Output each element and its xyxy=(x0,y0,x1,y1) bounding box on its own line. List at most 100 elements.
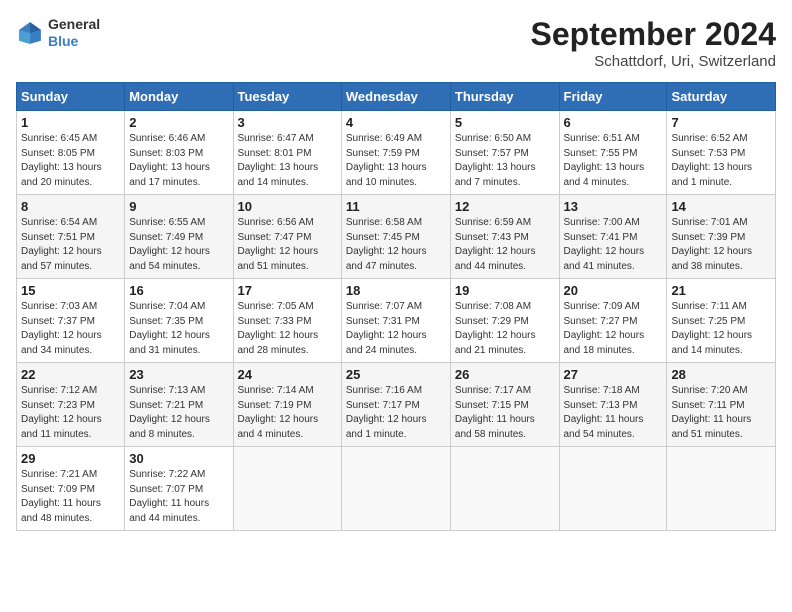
day-number: 11 xyxy=(346,199,446,214)
calendar-cell: 5 Sunrise: 6:50 AM Sunset: 7:57 PM Daylig… xyxy=(450,111,559,195)
day-info: Sunrise: 6:52 AM Sunset: 7:53 PM Dayligh… xyxy=(671,132,771,190)
col-header-saturday: Saturday xyxy=(667,83,776,111)
col-header-thursday: Thursday xyxy=(450,83,559,111)
day-info: Sunrise: 7:07 AM Sunset: 7:31 PM Dayligh… xyxy=(346,300,446,358)
calendar-table: SundayMondayTuesdayWednesdayThursdayFrid… xyxy=(16,82,776,531)
logo-icon xyxy=(16,19,44,47)
day-number: 15 xyxy=(21,283,120,298)
day-info: Sunrise: 7:22 AM Sunset: 7:07 PM Dayligh… xyxy=(129,468,228,526)
title-block: September 2024 Schattdorf, Uri, Switzerl… xyxy=(531,16,776,70)
calendar-cell: 29Sunrise: 7:21 AM Sunset: 7:09 PM Dayli… xyxy=(17,447,125,531)
day-info: Sunrise: 7:01 AM Sunset: 7:39 PM Dayligh… xyxy=(671,216,771,274)
day-info: Sunrise: 6:49 AM Sunset: 7:59 PM Dayligh… xyxy=(346,132,446,190)
calendar-cell: 27 Sunrise: 7:18 AM Sunset: 7:13 PM Dayli… xyxy=(559,363,667,447)
calendar-cell: 17 Sunrise: 7:05 AM Sunset: 7:33 PM Dayli… xyxy=(233,279,341,363)
day-info: Sunrise: 7:00 AM Sunset: 7:41 PM Dayligh… xyxy=(564,216,663,274)
day-number: 28 xyxy=(671,367,771,382)
day-number: 18 xyxy=(346,283,446,298)
calendar-cell xyxy=(559,447,667,531)
calendar-cell: 22Sunrise: 7:12 AM Sunset: 7:23 PM Dayli… xyxy=(17,363,125,447)
day-info: Sunrise: 7:09 AM Sunset: 7:27 PM Dayligh… xyxy=(564,300,663,358)
day-info: Sunrise: 7:12 AM Sunset: 7:23 PM Dayligh… xyxy=(21,384,120,442)
calendar-cell: 9 Sunrise: 6:55 AM Sunset: 7:49 PM Daylig… xyxy=(125,195,233,279)
calendar-cell: 21 Sunrise: 7:11 AM Sunset: 7:25 PM Dayli… xyxy=(667,279,776,363)
day-info: Sunrise: 7:11 AM Sunset: 7:25 PM Dayligh… xyxy=(671,300,771,358)
calendar-cell: 16 Sunrise: 7:04 AM Sunset: 7:35 PM Dayli… xyxy=(125,279,233,363)
day-number: 1 xyxy=(21,115,120,130)
logo-general: General xyxy=(48,16,100,33)
calendar-cell: 26Sunrise: 7:17 AM Sunset: 7:15 PM Dayli… xyxy=(450,363,559,447)
day-number: 8 xyxy=(21,199,120,214)
calendar-cell: 1Sunrise: 6:45 AM Sunset: 8:05 PM Daylig… xyxy=(17,111,125,195)
day-number: 30 xyxy=(129,451,228,466)
day-info: Sunrise: 7:16 AM Sunset: 7:17 PM Dayligh… xyxy=(346,384,446,442)
calendar-cell xyxy=(667,447,776,531)
calendar-week-5: 29Sunrise: 7:21 AM Sunset: 7:09 PM Dayli… xyxy=(17,447,776,531)
day-number: 24 xyxy=(238,367,337,382)
day-info: Sunrise: 6:46 AM Sunset: 8:03 PM Dayligh… xyxy=(129,132,228,190)
day-number: 16 xyxy=(129,283,228,298)
col-header-monday: Monday xyxy=(125,83,233,111)
day-number: 12 xyxy=(455,199,555,214)
calendar-cell: 23 Sunrise: 7:13 AM Sunset: 7:21 PM Dayli… xyxy=(125,363,233,447)
day-info: Sunrise: 7:18 AM Sunset: 7:13 PM Dayligh… xyxy=(564,384,663,442)
calendar-week-3: 15Sunrise: 7:03 AM Sunset: 7:37 PM Dayli… xyxy=(17,279,776,363)
col-header-friday: Friday xyxy=(559,83,667,111)
calendar-cell xyxy=(341,447,450,531)
day-info: Sunrise: 6:51 AM Sunset: 7:55 PM Dayligh… xyxy=(564,132,663,190)
day-number: 10 xyxy=(238,199,337,214)
day-number: 2 xyxy=(129,115,228,130)
calendar-week-4: 22Sunrise: 7:12 AM Sunset: 7:23 PM Dayli… xyxy=(17,363,776,447)
calendar-cell: 10 Sunrise: 6:56 AM Sunset: 7:47 PM Dayli… xyxy=(233,195,341,279)
day-info: Sunrise: 6:59 AM Sunset: 7:43 PM Dayligh… xyxy=(455,216,555,274)
calendar-cell: 28 Sunrise: 7:20 AM Sunset: 7:11 PM Dayli… xyxy=(667,363,776,447)
calendar-cell: 19Sunrise: 7:08 AM Sunset: 7:29 PM Dayli… xyxy=(450,279,559,363)
calendar-cell: 8Sunrise: 6:54 AM Sunset: 7:51 PM Daylig… xyxy=(17,195,125,279)
logo-text: General Blue xyxy=(48,16,100,50)
calendar-cell: 3Sunrise: 6:47 AM Sunset: 8:01 PM Daylig… xyxy=(233,111,341,195)
day-info: Sunrise: 7:13 AM Sunset: 7:21 PM Dayligh… xyxy=(129,384,228,442)
day-info: Sunrise: 7:08 AM Sunset: 7:29 PM Dayligh… xyxy=(455,300,555,358)
day-info: Sunrise: 6:50 AM Sunset: 7:57 PM Dayligh… xyxy=(455,132,555,190)
day-info: Sunrise: 7:05 AM Sunset: 7:33 PM Dayligh… xyxy=(238,300,337,358)
day-number: 6 xyxy=(564,115,663,130)
calendar-cell: 12 Sunrise: 6:59 AM Sunset: 7:43 PM Dayli… xyxy=(450,195,559,279)
calendar-cell: 14 Sunrise: 7:01 AM Sunset: 7:39 PM Dayli… xyxy=(667,195,776,279)
calendar-cell: 7 Sunrise: 6:52 AM Sunset: 7:53 PM Daylig… xyxy=(667,111,776,195)
col-header-wednesday: Wednesday xyxy=(341,83,450,111)
calendar-cell: 30 Sunrise: 7:22 AM Sunset: 7:07 PM Dayli… xyxy=(125,447,233,531)
day-number: 13 xyxy=(564,199,663,214)
day-number: 27 xyxy=(564,367,663,382)
day-info: Sunrise: 7:17 AM Sunset: 7:15 PM Dayligh… xyxy=(455,384,555,442)
day-info: Sunrise: 7:14 AM Sunset: 7:19 PM Dayligh… xyxy=(238,384,337,442)
day-number: 29 xyxy=(21,451,120,466)
day-number: 21 xyxy=(671,283,771,298)
page-header: General Blue September 2024 Schattdorf, … xyxy=(16,16,776,70)
calendar-cell: 24 Sunrise: 7:14 AM Sunset: 7:19 PM Dayli… xyxy=(233,363,341,447)
day-number: 25 xyxy=(346,367,446,382)
calendar-header: SundayMondayTuesdayWednesdayThursdayFrid… xyxy=(17,83,776,111)
day-number: 14 xyxy=(671,199,771,214)
calendar-week-2: 8Sunrise: 6:54 AM Sunset: 7:51 PM Daylig… xyxy=(17,195,776,279)
day-number: 20 xyxy=(564,283,663,298)
logo: General Blue xyxy=(16,16,100,50)
day-number: 9 xyxy=(129,199,228,214)
calendar-cell xyxy=(450,447,559,531)
day-info: Sunrise: 7:04 AM Sunset: 7:35 PM Dayligh… xyxy=(129,300,228,358)
day-info: Sunrise: 6:55 AM Sunset: 7:49 PM Dayligh… xyxy=(129,216,228,274)
calendar-cell: 2 Sunrise: 6:46 AM Sunset: 8:03 PM Daylig… xyxy=(125,111,233,195)
day-number: 7 xyxy=(671,115,771,130)
calendar-cell: 13 Sunrise: 7:00 AM Sunset: 7:41 PM Dayli… xyxy=(559,195,667,279)
calendar-cell: 15Sunrise: 7:03 AM Sunset: 7:37 PM Dayli… xyxy=(17,279,125,363)
calendar-cell xyxy=(233,447,341,531)
calendar-week-1: 1Sunrise: 6:45 AM Sunset: 8:05 PM Daylig… xyxy=(17,111,776,195)
day-info: Sunrise: 6:47 AM Sunset: 8:01 PM Dayligh… xyxy=(238,132,337,190)
day-info: Sunrise: 7:20 AM Sunset: 7:11 PM Dayligh… xyxy=(671,384,771,442)
day-number: 17 xyxy=(238,283,337,298)
calendar-cell: 18 Sunrise: 7:07 AM Sunset: 7:31 PM Dayli… xyxy=(341,279,450,363)
day-number: 23 xyxy=(129,367,228,382)
day-number: 5 xyxy=(455,115,555,130)
day-info: Sunrise: 6:56 AM Sunset: 7:47 PM Dayligh… xyxy=(238,216,337,274)
month-title: September 2024 xyxy=(531,16,776,53)
calendar-cell: 11Sunrise: 6:58 AM Sunset: 7:45 PM Dayli… xyxy=(341,195,450,279)
